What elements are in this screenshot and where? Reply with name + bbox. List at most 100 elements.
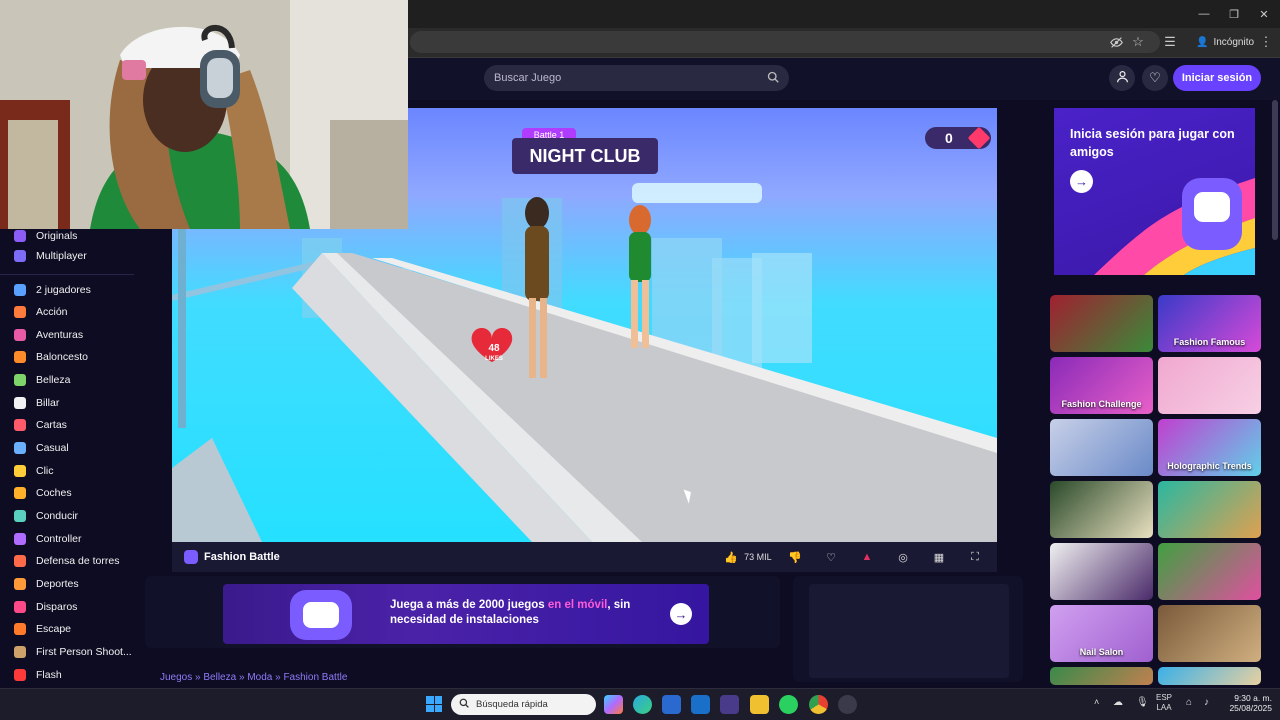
store-icon[interactable] <box>662 695 681 714</box>
sidebar-item-cartas[interactable]: Cartas <box>0 415 134 435</box>
game-thumbnail[interactable] <box>1158 667 1261 685</box>
theater-mode-button[interactable]: ▦ <box>930 548 948 566</box>
category-icon <box>14 533 26 545</box>
sidebar-item-baloncesto[interactable]: Baloncesto <box>0 347 134 367</box>
game-thumbnail[interactable] <box>1050 295 1153 352</box>
chrome-icon[interactable] <box>809 695 828 714</box>
game-thumbnail[interactable] <box>1158 481 1261 538</box>
game-thumbnail[interactable] <box>1050 481 1153 538</box>
sidebar-item-conducir[interactable]: Conducir <box>0 506 134 526</box>
sidebar-item-first-person-shooter[interactable]: First Person Shoot... <box>0 642 134 662</box>
sidebar-item-clic[interactable]: Clic <box>0 461 134 481</box>
sidebar-item-disparos[interactable]: Disparos <box>0 597 134 617</box>
category-icon <box>14 306 26 318</box>
outlook-icon[interactable] <box>691 695 710 714</box>
edge-icon[interactable] <box>633 695 652 714</box>
breadcrumb-item[interactable]: Juegos <box>160 672 192 683</box>
taskbar-search-input[interactable]: Búsqueda rápida <box>451 694 596 715</box>
sidebar-item-accion[interactable]: Acción <box>0 302 134 322</box>
sidebar-item-escape[interactable]: Escape <box>0 619 134 639</box>
close-button[interactable]: ✕ <box>1248 0 1280 28</box>
like-button[interactable]: 👍 73 MIL <box>722 548 774 566</box>
share-button[interactable]: ◎ <box>894 548 912 566</box>
file-explorer-icon[interactable] <box>750 695 769 714</box>
browser-menu-icon[interactable]: ⋮ <box>1256 33 1276 51</box>
sidebar-item-deportes[interactable]: Deportes <box>0 574 134 594</box>
microphone-icon[interactable]: 🎙 <box>1136 697 1149 708</box>
breadcrumb-item[interactable]: Belleza <box>203 672 236 683</box>
breadcrumb-item[interactable]: Moda <box>247 672 272 683</box>
sidebar-item-label: Disparos <box>36 601 78 613</box>
sidebar-item-flash[interactable]: Flash <box>0 665 134 685</box>
game-thumbnail[interactable] <box>1050 667 1153 685</box>
friends-button[interactable] <box>1109 65 1135 91</box>
category-icon <box>14 555 26 567</box>
thumbs-up-icon: 👍 <box>724 551 739 564</box>
game-thumbnail[interactable] <box>1158 605 1261 662</box>
heart-likes-token: 48 LIKES <box>474 344 514 364</box>
sidebar-item-multiplayer[interactable]: Multiplayer <box>0 246 134 266</box>
address-bar[interactable] <box>410 31 1160 53</box>
minimize-button[interactable]: — <box>1188 0 1220 28</box>
network-icon[interactable]: ☁ <box>1113 697 1123 708</box>
sidebar-item-2-jugadores[interactable]: 2 jugadores <box>0 280 134 300</box>
search-icon[interactable] <box>767 71 779 86</box>
search-input[interactable]: Buscar Juego <box>484 65 789 91</box>
eye-off-icon[interactable] <box>1106 33 1126 51</box>
sidebar-item-coches[interactable]: Coches <box>0 483 134 503</box>
like-count: 73 MIL <box>744 552 772 562</box>
copilot-icon[interactable] <box>604 695 623 714</box>
jw-library-icon[interactable] <box>720 695 739 714</box>
sidebar-item-belleza[interactable]: Belleza <box>0 370 134 390</box>
volume-icon[interactable]: ♪ <box>1204 697 1209 708</box>
category-icon <box>14 397 26 409</box>
wifi-icon[interactable]: ⌂ <box>1186 697 1192 708</box>
sidebar-item-controller[interactable]: Controller <box>0 529 134 549</box>
fullscreen-button[interactable]: ⛶ <box>966 548 984 566</box>
score-value: 0 <box>945 130 953 146</box>
category-icon <box>14 351 26 363</box>
banner-arrow-button[interactable]: → <box>670 603 692 625</box>
promo-arrow-button[interactable]: → <box>1070 170 1093 193</box>
category-icon <box>14 465 26 477</box>
language-indicator[interactable]: ESP LAA <box>1156 693 1172 713</box>
arrow-right-icon: → <box>674 606 688 622</box>
breadcrumb-item[interactable]: Fashion Battle <box>283 672 347 683</box>
page-scrollbar[interactable] <box>1272 100 1278 240</box>
sidebar-item-aventuras[interactable]: Aventuras <box>0 325 134 345</box>
bookmark-star-icon[interactable]: ☆ <box>1128 33 1148 51</box>
game-thumbnail[interactable] <box>1158 357 1261 414</box>
report-button[interactable]: ▲ <box>858 548 876 566</box>
breadcrumb-separator: » <box>238 672 245 683</box>
heart-number: 48 <box>488 343 500 354</box>
whatsapp-icon[interactable] <box>779 695 798 714</box>
favorites-button[interactable]: ♡ <box>1142 65 1168 91</box>
incognito-label: Incógnito <box>1213 36 1255 48</box>
game-thumbnail[interactable] <box>1050 543 1153 600</box>
game-thumbnail[interactable]: Fashion Challenge <box>1050 357 1153 414</box>
windows-start-button[interactable] <box>426 696 442 712</box>
fullscreen-icon: ⛶ <box>971 550 979 563</box>
settings-gear-icon[interactable] <box>838 695 857 714</box>
game-thumbnail[interactable] <box>1158 543 1261 600</box>
favorite-button[interactable]: ♡ <box>822 548 840 566</box>
sidebar-item-billar[interactable]: Billar <box>0 393 134 413</box>
incognito-indicator[interactable]: 👤 Incógnito <box>1188 32 1262 52</box>
game-thumbnail[interactable]: Fashion Famous <box>1158 295 1261 352</box>
sidebar-item-label: Multiplayer <box>36 250 87 262</box>
game-thumbnail-title: Nail Salon <box>1079 647 1124 657</box>
maximize-button[interactable]: ❐ <box>1218 0 1250 28</box>
game-thumbnail[interactable]: Holographic Trends <box>1158 419 1261 476</box>
sidebar-item-casual[interactable]: Casual <box>0 438 134 458</box>
taskbar-clock[interactable]: 9:30 a. m. 25/08/2025 <box>1222 693 1272 713</box>
login-button[interactable]: Iniciar sesión <box>1173 65 1261 91</box>
game-thumbnail[interactable] <box>1050 419 1153 476</box>
stage-title: NIGHT CLUB <box>512 138 658 174</box>
taskbar-search-placeholder: Búsqueda rápida <box>476 699 548 710</box>
sidebar-item-defensa-de-torres[interactable]: Defensa de torres <box>0 551 134 571</box>
dislike-button[interactable]: 👎 <box>786 548 804 566</box>
sidebar-item-originals[interactable]: Originals <box>0 226 134 246</box>
chevron-up-icon[interactable]: ˄ <box>1094 697 1099 707</box>
game-thumbnail[interactable]: Nail Salon <box>1050 605 1153 662</box>
reading-list-icon[interactable]: ☰ <box>1160 33 1180 51</box>
